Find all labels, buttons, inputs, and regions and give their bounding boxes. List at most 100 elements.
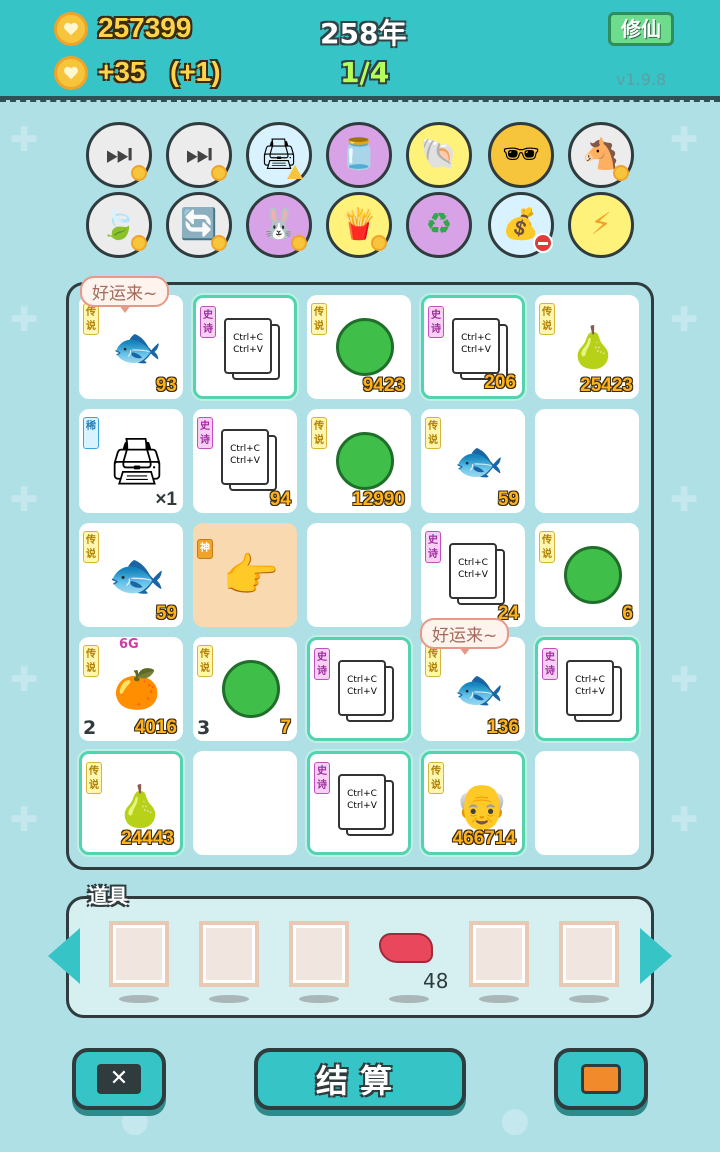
legend-tag: 传说	[539, 531, 555, 563]
slot-shadow	[299, 995, 339, 1003]
legend-tag: 传说	[428, 762, 444, 794]
legend-tag: 传说	[197, 645, 213, 677]
watermelon-icon	[215, 653, 287, 725]
close-button[interactable]: ✕	[72, 1048, 166, 1110]
round-progress: 1/4	[340, 56, 390, 89]
item-slot[interactable]	[469, 921, 529, 987]
board-cell[interactable]: 史诗 Ctrl+C Ctrl+V	[193, 295, 297, 399]
skip-button-2[interactable]: ⏭	[166, 122, 232, 188]
leaf-icon: 🍃	[100, 207, 138, 242]
board-cell[interactable]: 传说 6	[535, 523, 639, 627]
cell-value: 9423	[362, 375, 405, 396]
copy-label: Ctrl+C	[347, 789, 377, 799]
refresh-icon: 🔄	[180, 207, 218, 242]
epic-tag: 史诗	[197, 417, 213, 449]
coin-icon	[131, 235, 147, 251]
skip-button-1[interactable]: ⏭	[86, 122, 152, 188]
cell-value: 94	[269, 489, 291, 510]
board-cell[interactable]: 史诗 Ctrl+C Ctrl+V 206	[421, 295, 525, 399]
cell-value: 25423	[580, 375, 633, 396]
board-cell[interactable]: 史诗 Ctrl+C Ctrl+V 94	[193, 409, 297, 513]
copy-label: Ctrl+C	[461, 333, 491, 343]
jar-shop-item[interactable]: 🫙	[326, 122, 392, 188]
coin-total: 257399	[98, 12, 192, 43]
items-bar: 48	[66, 896, 654, 1018]
item-slot[interactable]	[559, 921, 619, 987]
scroll-right-arrow[interactable]	[640, 928, 672, 984]
cell-value: 7	[280, 717, 291, 738]
paste-label: Ctrl+V	[461, 345, 491, 355]
coin-icon	[371, 235, 387, 251]
board-cell[interactable]: 传说 🍐 24443	[79, 751, 183, 855]
board-cell[interactable]: 史诗 Ctrl+C Ctrl+V	[307, 751, 411, 855]
board-cell-empty[interactable]	[193, 751, 297, 855]
sunglasses-shop-item[interactable]: 🕶	[488, 122, 554, 188]
board-cell-empty[interactable]	[307, 523, 411, 627]
year-label: 258年	[320, 17, 407, 50]
copy-card-icon: Ctrl+C Ctrl+V	[224, 318, 272, 374]
printer-shop-item[interactable]: 🖨	[246, 122, 312, 188]
horses-icon: 🐴	[582, 137, 620, 172]
cell-value: 59	[155, 603, 177, 624]
top-bar-divider	[0, 96, 720, 102]
slot-shadow	[119, 995, 159, 1003]
cell-value: 206	[484, 372, 516, 393]
board-cell-empty[interactable]	[535, 751, 639, 855]
board-cell[interactable]: 稀 🖨 ×1	[79, 409, 183, 513]
epic-tag: 史诗	[428, 306, 444, 338]
liver-count: 48	[423, 969, 449, 993]
bag-button[interactable]	[554, 1048, 648, 1110]
settle-button[interactable]: 结算	[254, 1048, 466, 1110]
coin-icon	[291, 235, 307, 251]
epic-tag: 史诗	[314, 648, 330, 680]
legend-tag: 传说	[311, 303, 327, 335]
recycle-shop-item[interactable]: ♻	[406, 192, 472, 258]
watermelon-icon	[329, 425, 401, 497]
horses-shop-item[interactable]: 🐴	[568, 122, 634, 188]
slot-shadow	[389, 995, 429, 1003]
board-cell-selected[interactable]: 神 👉	[193, 523, 297, 627]
board-cell[interactable]: 史诗 Ctrl+C Ctrl+V	[535, 637, 639, 741]
board-cell[interactable]: 传说 🐟 93	[79, 295, 183, 399]
board-cell[interactable]: 史诗 Ctrl+C Ctrl+V	[307, 637, 411, 741]
mythic-tag: 神	[197, 539, 213, 559]
rabbit-shop-item[interactable]: 🐰	[246, 192, 312, 258]
board-cell[interactable]: 传说 🐟 136	[421, 637, 525, 741]
board-cell[interactable]: 传说 👴 466714	[421, 751, 525, 855]
legend-tag: 传说	[83, 303, 99, 335]
board-cell[interactable]: 传说 🐟 59	[79, 523, 183, 627]
cultivation-button[interactable]: 修仙	[608, 12, 674, 46]
close-icon: ✕	[97, 1064, 141, 1094]
sack-shop-item[interactable]: 💰	[488, 192, 554, 258]
copy-label: Ctrl+C	[458, 558, 488, 568]
board-cell[interactable]: 传说 12990	[307, 409, 411, 513]
cell-value: 6	[622, 603, 633, 624]
remove-icon	[533, 233, 553, 253]
board-cell[interactable]: 传说 3 7	[193, 637, 297, 741]
liver-icon[interactable]	[379, 933, 433, 963]
rare-tag: 稀	[83, 417, 99, 449]
board-cell[interactable]: 传说 9423	[307, 295, 411, 399]
item-slot[interactable]	[109, 921, 169, 987]
refresh-shop-item[interactable]: 🔄	[166, 192, 232, 258]
shell-shop-item[interactable]: 🐚	[406, 122, 472, 188]
lightning-icon: ⚡	[590, 207, 612, 242]
legend-tag: 传说	[83, 531, 99, 563]
coin-icon	[211, 165, 227, 181]
fries-shop-item[interactable]: 🍟	[326, 192, 392, 258]
board-cell[interactable]: 史诗 Ctrl+C Ctrl+V 24	[421, 523, 525, 627]
scroll-left-arrow[interactable]	[48, 928, 80, 984]
item-slot[interactable]	[199, 921, 259, 987]
sunglasses-icon: 🕶	[501, 137, 541, 172]
legend-tag: 传说	[311, 417, 327, 449]
printer-icon: 🖨	[107, 433, 167, 488]
board-cell[interactable]: 传说 🍐 25423	[535, 295, 639, 399]
leaf-shop-item[interactable]: 🍃	[86, 192, 152, 258]
settle-label: 结算	[315, 1062, 404, 1100]
board-cell[interactable]: 传说 6G 🍊 2 4016	[79, 637, 183, 741]
board-cell[interactable]: 传说 🐟 59	[421, 409, 525, 513]
lightning-shop-item[interactable]: ⚡	[568, 192, 634, 258]
item-slot[interactable]	[289, 921, 349, 987]
copy-card-icon: Ctrl+C Ctrl+V	[338, 774, 386, 830]
board-cell-empty[interactable]	[535, 409, 639, 513]
